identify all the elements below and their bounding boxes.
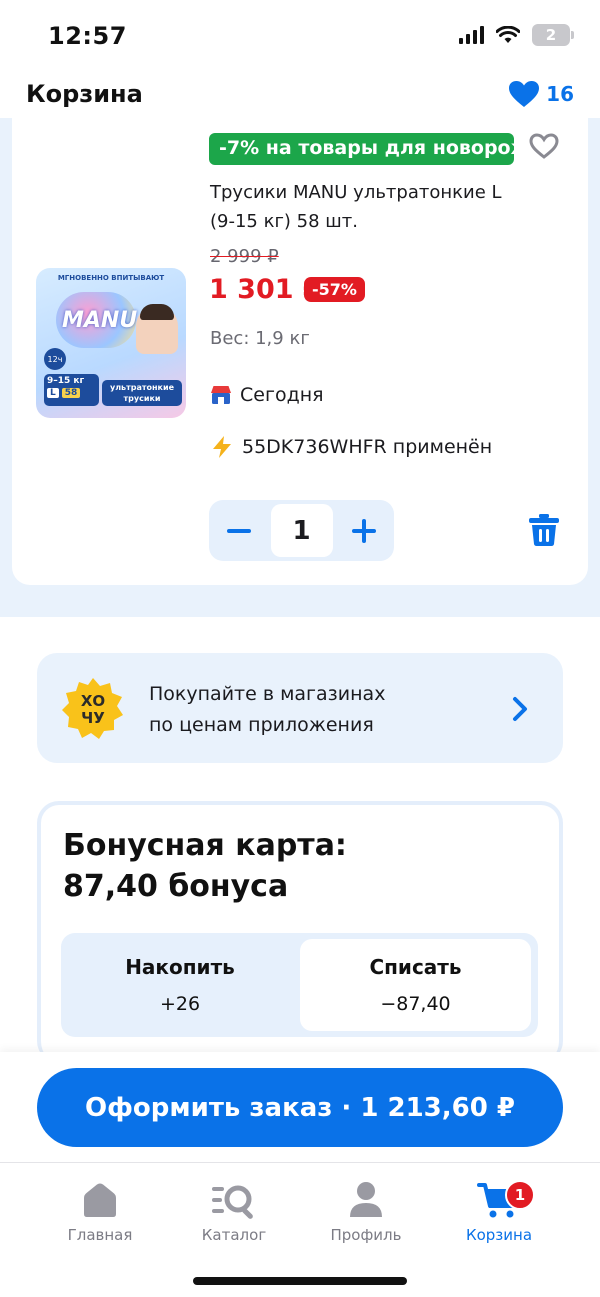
product-weight: Вес: 1,9 кг: [210, 328, 310, 349]
tab-profile-label: Профиль: [330, 1226, 402, 1244]
hochu-logo-bottom: ЧУ: [81, 709, 105, 727]
spend-option[interactable]: Списать −87,40: [300, 939, 531, 1031]
decrease-button[interactable]: [215, 507, 263, 555]
favorites-button[interactable]: 16: [508, 80, 574, 108]
trash-icon: [529, 514, 559, 546]
tab-cart[interactable]: Корзина: [434, 1180, 564, 1244]
checkout-button[interactable]: Оформить заказ · 1 213,60 ₽: [37, 1068, 563, 1147]
shop-banner-line1: Покупайте в магазинах: [149, 683, 386, 705]
wifi-icon: [496, 26, 520, 43]
tab-home-label: Главная: [67, 1226, 133, 1244]
discount-badge: -57%: [304, 277, 365, 302]
old-price: 2 999 ₽: [210, 246, 279, 267]
image-hours-badge: 12ч: [44, 348, 66, 370]
image-type: ультратонкие трусики: [102, 380, 182, 406]
bonus-title-line1: Бонусная карта:: [63, 828, 347, 863]
promo-code-info: 55DK736WHFR применён: [210, 435, 492, 459]
bonus-title: Бонусная карта: 87,40 бонуса: [63, 825, 347, 907]
delete-button[interactable]: [526, 512, 562, 552]
heart-icon: [509, 81, 540, 107]
store-icon: [211, 386, 231, 404]
hochu-logo: ХО ЧУ: [61, 676, 125, 744]
favorites-count: 16: [546, 82, 574, 106]
status-icons: 2: [459, 24, 574, 46]
spend-value: −87,40: [380, 993, 451, 1015]
tab-cart-label: Корзина: [465, 1226, 533, 1244]
minus-icon: [227, 528, 251, 533]
quantity-value[interactable]: 1: [270, 504, 333, 557]
accumulate-option[interactable]: Накопить +26: [61, 933, 299, 1037]
image-count: 58: [61, 388, 81, 398]
plus-icon: [352, 518, 376, 543]
accumulate-label: Накопить: [125, 955, 235, 979]
tab-profile[interactable]: Профиль: [301, 1180, 431, 1244]
tab-catalog[interactable]: Каталог: [169, 1180, 299, 1244]
add-to-favorites-button[interactable]: [528, 132, 560, 164]
tab-home[interactable]: Главная: [35, 1180, 165, 1244]
image-size-letter: L: [47, 388, 59, 398]
status-time: 12:57: [48, 22, 127, 50]
profile-icon: [350, 1182, 382, 1217]
bonus-balance: 87,40 бонуса: [63, 869, 289, 904]
image-baby-hair: [140, 304, 174, 320]
image-size-block: 9–15 кг L 58: [44, 374, 99, 406]
cart-count-badge: 1: [505, 1180, 535, 1210]
page-title: Корзина: [26, 80, 143, 108]
hochu-logo-top: ХО: [81, 692, 105, 710]
quantity-stepper: 1: [209, 500, 394, 561]
image-size: 9–15 кг: [47, 376, 85, 386]
image-badge: МГНОВЕННО ВПИТЫВАЮТ: [57, 274, 165, 282]
lightning-icon: [213, 436, 231, 458]
spend-label: Списать: [369, 955, 462, 979]
promo-code-text: 55DK736WHFR применён: [242, 436, 493, 458]
shop-banner-text: Покупайте в магазинах по ценам приложени…: [149, 679, 385, 741]
accumulate-value: +26: [159, 993, 201, 1015]
chevron-right-icon: [509, 695, 533, 727]
battery-icon: 2: [532, 24, 574, 46]
product-image[interactable]: МГНОВЕННО ВПИТЫВАЮТ MANU 12ч 9–15 кг L 5…: [36, 268, 186, 418]
delivery-text: Сегодня: [240, 384, 324, 406]
heart-outline-icon: [529, 133, 559, 159]
home-indicator: [193, 1277, 407, 1285]
image-brand: MANU: [62, 308, 138, 333]
shop-banner-line2: по ценам приложения: [149, 714, 374, 736]
promo-label[interactable]: -7% на товары для новорож...: [209, 133, 514, 165]
catalog-search-icon: [212, 1185, 253, 1219]
delivery-info: Сегодня: [210, 384, 324, 406]
product-name[interactable]: Трусики MANU ультратонкие L (9-15 кг) 58…: [210, 178, 530, 236]
signal-icon: [459, 26, 484, 44]
home-icon: [84, 1183, 116, 1217]
increase-button[interactable]: [340, 507, 388, 555]
tab-catalog-label: Каталог: [201, 1226, 267, 1244]
